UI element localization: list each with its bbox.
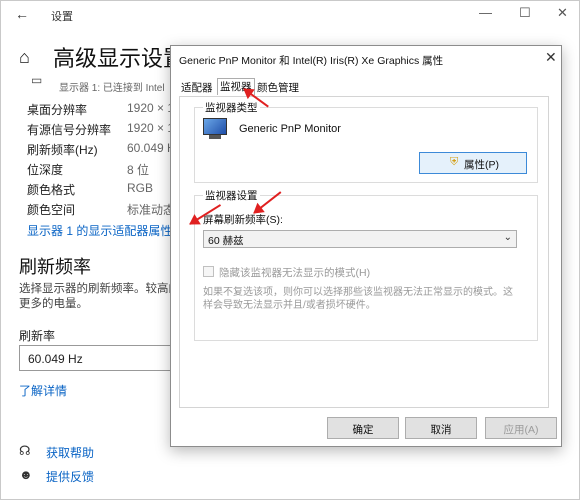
monitor-icon xyxy=(201,116,229,142)
refresh-rate-dropdown[interactable]: 60.049 Hz xyxy=(19,345,179,371)
hide-modes-checkbox[interactable] xyxy=(203,266,214,277)
maximize-button[interactable]: ☐ xyxy=(519,5,531,21)
monitor-icon: ▭ xyxy=(31,73,43,87)
apply-button[interactable]: 应用(A) xyxy=(485,417,557,439)
info-label: 颜色空间 xyxy=(27,203,76,217)
refresh-rate-heading: 刷新频率 xyxy=(19,257,91,277)
properties-button[interactable]: ⛨ 属性(P) xyxy=(419,152,527,174)
refresh-description-cont: 更多的电量。 xyxy=(19,298,88,310)
monitor-status: 显示器 1: 已连接到 Intel xyxy=(59,83,165,94)
info-value: RGB xyxy=(127,181,154,195)
properties-button-label: 属性(P) xyxy=(464,159,499,171)
info-label: 位深度 xyxy=(27,163,64,177)
refresh-rate-select[interactable]: 60 赫兹 ⌄ xyxy=(203,230,517,248)
tab-color-management[interactable]: 颜色管理 xyxy=(255,80,301,95)
get-help-label: 获取帮助 xyxy=(46,446,95,460)
back-arrow-icon[interactable]: ← xyxy=(15,6,29,22)
ok-button[interactable]: 确定 xyxy=(327,417,399,439)
page-title: 高级显示设置 xyxy=(53,46,186,71)
refresh-rate-field-label: 屏幕刷新频率(S): xyxy=(203,214,283,226)
close-button[interactable]: ✕ xyxy=(557,5,568,21)
settings-app-title: 设置 xyxy=(51,11,73,23)
refresh-rate-value: 60.049 Hz xyxy=(28,352,83,366)
monitor-type-group: 监视器类型 Generic PnP Monitor ⛨ 属性(P) xyxy=(194,100,538,183)
info-label: 颜色格式 xyxy=(27,183,76,197)
dialog-title: Generic PnP Monitor 和 Intel(R) Iris(R) X… xyxy=(179,55,444,67)
info-label: 有源信号分辨率 xyxy=(27,123,112,137)
settings-titlebar: ← 设置 — ☐ ✕ xyxy=(1,1,579,31)
minimize-button[interactable]: — xyxy=(479,5,492,20)
apply-button-label: 应用(A) xyxy=(503,424,539,436)
monitor-settings-group: 监视器设置 屏幕刷新频率(S): 60 赫兹 ⌄ 隐藏该监视器无法显示的模式(H… xyxy=(194,188,538,341)
dialog-close-button[interactable]: ✕ xyxy=(545,49,557,66)
properties-dialog: Generic PnP Monitor 和 Intel(R) Iris(R) X… xyxy=(170,45,562,447)
tab-adapter[interactable]: 适配器 xyxy=(179,80,215,95)
help-icon: ☊ xyxy=(19,443,31,458)
chevron-down-icon: ⌄ xyxy=(503,232,512,243)
hide-modes-label: 隐藏该监视器无法显示的模式(H) xyxy=(219,267,371,279)
monitor-type-legend: 监视器类型 xyxy=(203,100,260,115)
home-icon[interactable]: ⌂ xyxy=(19,47,30,68)
ok-button-label: 确定 xyxy=(352,424,374,436)
monitor-name: Generic PnP Monitor xyxy=(239,123,341,135)
refresh-rate-label: 刷新率 xyxy=(19,329,56,343)
refresh-description: 选择显示器的刷新频率。较高的 xyxy=(19,283,180,295)
refresh-rate-selected: 60 赫兹 xyxy=(208,235,244,247)
cancel-button-label: 取消 xyxy=(430,424,452,436)
monitor-settings-legend: 监视器设置 xyxy=(203,188,260,203)
warning-text-cont: 样会导致无法显示并且/或者损坏硬件。 xyxy=(203,300,376,311)
adapter-properties-link[interactable]: 显示器 1 的显示适配器属性 xyxy=(27,222,172,239)
learn-more-link[interactable]: 了解详情 xyxy=(19,382,67,399)
info-label: 桌面分辨率 xyxy=(27,103,88,117)
uac-shield-icon: ⛨ xyxy=(450,156,459,168)
info-value: 8 位 xyxy=(127,163,150,177)
info-label: 刷新频率(Hz) xyxy=(27,143,98,157)
cancel-button[interactable]: 取消 xyxy=(405,417,477,439)
feedback-icon: ☻ xyxy=(19,467,33,482)
monitor-tab-panel: 监视器类型 Generic PnP Monitor ⛨ 属性(P) 监视器设置 … xyxy=(179,96,549,408)
feedback-label: 提供反馈 xyxy=(46,470,95,484)
